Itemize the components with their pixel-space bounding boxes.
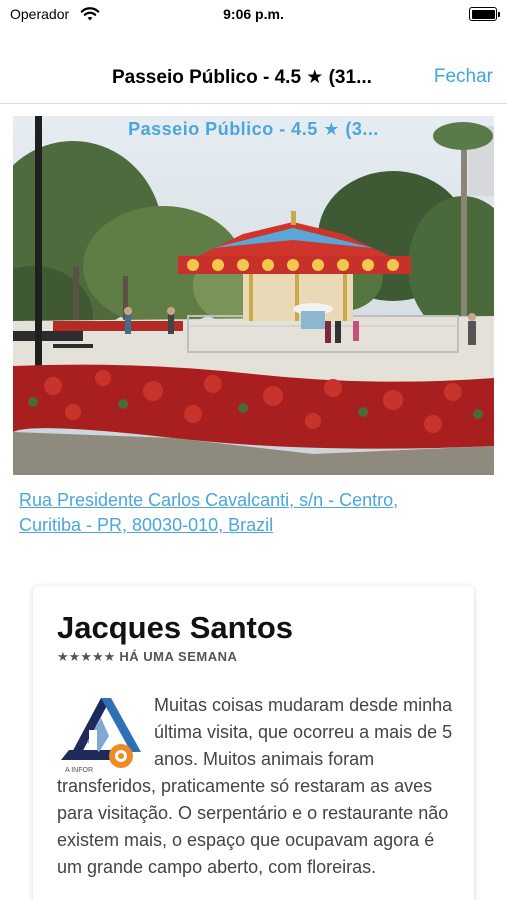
address-line-1[interactable]: Rua Presidente Carlos Cavalcanti, s/n - … [19, 488, 489, 513]
review-meta: ★★★★★ HÁ UMA SEMANA [57, 649, 237, 665]
reviewer-name: Jacques Santos [57, 610, 294, 645]
close-button[interactable]: Fechar [434, 66, 493, 88]
battery-icon [469, 7, 500, 21]
status-bar: Operador 9:06 p.m. [0, 0, 507, 30]
avatar-spacer [57, 692, 154, 772]
photo-caption: Passeio Público - 4.5 ★ (3... [128, 119, 379, 139]
rating-stars: ★★★★★ [57, 649, 116, 664]
page-title: Passeio Público - 4.5 ★ (31... [112, 67, 372, 88]
review-card: Jacques Santos ★★★★★ HÁ UMA SEMANA A INF… [33, 586, 474, 900]
review-text: Muitas coisas mudaram desde minha última… [57, 692, 457, 881]
status-time: 9:06 p.m. [223, 6, 284, 22]
place-photo: Passeio Público - 4.5 ★ (3... [13, 116, 494, 475]
address-link[interactable]: Rua Presidente Carlos Cavalcanti, s/n - … [19, 488, 489, 538]
review-date: HÁ UMA SEMANA [119, 649, 238, 664]
address-line-2[interactable]: Curitiba - PR, 80030-010, Brazil [19, 513, 489, 538]
navigation-bar: Passeio Público - 4.5 ★ (31... Fechar [0, 44, 507, 104]
battery-level [471, 9, 495, 19]
park-carousel-image [13, 116, 494, 475]
